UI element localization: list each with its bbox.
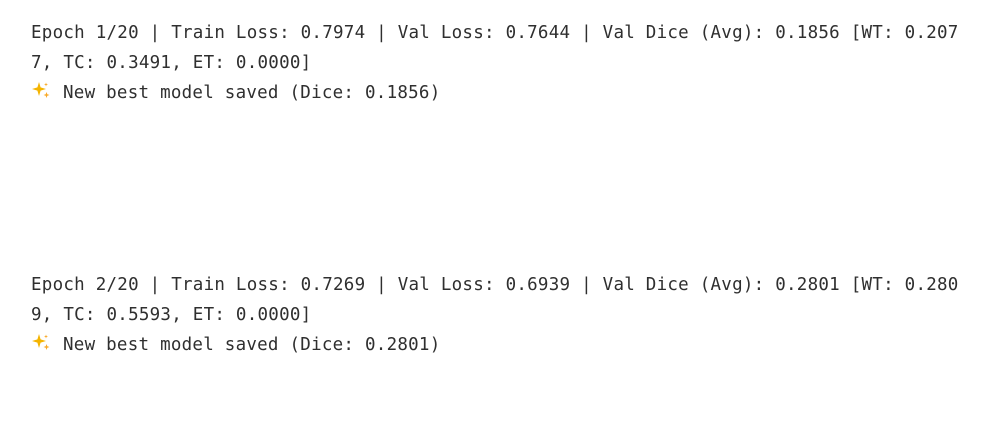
epoch-line: Epoch 1/20 | Train Loss: 0.7974 | Val Lo… [31,23,959,43]
epoch-log-entry: Epoch 2/20 | Train Loss: 0.7269 | Val Lo… [31,270,959,360]
sparkle-icon [31,81,51,101]
best-model-text: New best model saved (Dice: 0.2801) [63,335,441,355]
best-model-message: New best model saved (Dice: 0.1856) [31,78,941,108]
cell-output: Epoch 1/20 | Train Loss: 0.7974 | Val Lo… [31,18,959,360]
epoch-line-wrap: 7, TC: 0.3491, ET: 0.0000] [31,53,312,73]
epoch-log-entry: Epoch 1/20 | Train Loss: 0.7974 | Val Lo… [31,18,959,108]
best-model-message: New best model saved (Dice: 0.2801) [31,330,941,360]
epoch-line-wrap: 9, TC: 0.5593, ET: 0.0000] [31,305,312,325]
sparkle-icon [31,333,51,353]
output-spacer [31,108,941,270]
best-model-text: New best model saved (Dice: 0.1856) [63,83,441,103]
epoch-line: Epoch 2/20 | Train Loss: 0.7269 | Val Lo… [31,275,959,295]
